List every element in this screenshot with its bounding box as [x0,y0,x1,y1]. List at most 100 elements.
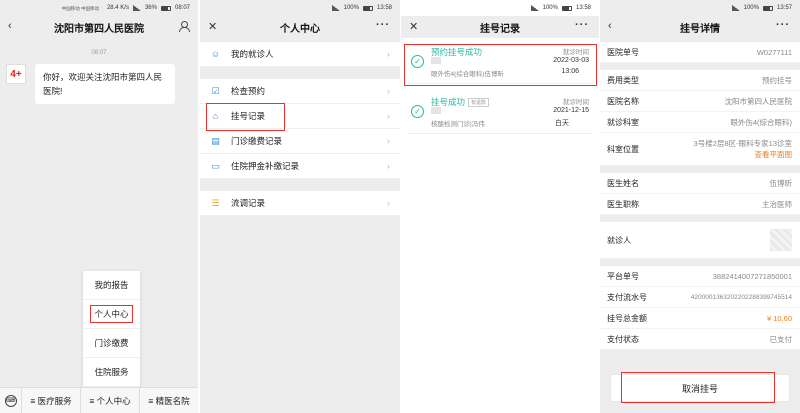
chevron-right-icon: › [387,49,390,59]
detail-row: 挂号总金额 ¥ 10.60 [600,308,800,329]
menu-item-label: 我的就诊人 [231,49,274,59]
registration-detail-panel: 100% 13:57 ‹ 挂号详情 ··· 医院单号 W0277111 费用类型… [600,0,800,413]
menu-item-personal-center[interactable]: 个人中心 [83,300,140,329]
menu-group-patients: ☺ 我的就诊人 › [200,42,400,67]
detail-key: 平台单号 [607,271,639,281]
record-date: 2021-12-15 [553,107,589,114]
bottom-tab-famous-doctors[interactable]: ≡ 精医名院 [140,388,198,413]
detail-key: 支付流水号 [607,292,647,302]
detail-group-patient: 就诊人 [600,222,800,259]
bottom-menu-bar: ⌨ ≡ 医疗服务 ≡ 个人中心 ≡ 精医名院 [0,387,198,413]
chevron-right-icon: › [387,86,390,96]
menu-item-inpatient-service[interactable]: 住院服务 [83,358,140,387]
battery-percent: 100% [542,5,558,11]
signal-icon [331,5,340,11]
detail-row-patient: 就诊人 [600,222,800,259]
detail-row: 医生姓名 伍博昕 [600,173,800,194]
menu-item-epidemic-records[interactable]: ☰ 流调记录 › [200,191,400,216]
back-icon[interactable]: ‹ [8,20,12,32]
highlight-box [206,103,285,131]
detail-row: 医院名称 沈阳市第四人民医院 [600,91,800,112]
detail-row-location: 科室位置 3号楼2层8区-眼科专家13诊室 查看平面图 [600,133,800,166]
keyboard-icon: ⌨ [4,394,17,407]
more-icon[interactable]: ··· [575,19,589,31]
personal-center-panel: 100% 13:58 ✕ 个人中心 ··· ☺ 我的就诊人 › ☑ 检查预约 ›… [200,0,400,413]
menu-item-my-patients[interactable]: ☺ 我的就诊人 › [200,42,400,67]
record-time: 白天 [555,120,569,127]
record-status-text: 挂号成功 [431,97,466,107]
popup-menu: 我的报告 个人中心 门诊缴费 住院服务 [83,271,140,387]
detail-key: 支付状态 [607,334,639,344]
close-icon[interactable]: ✕ [208,20,217,33]
network-speed: 28.4 K/s [106,5,129,11]
registration-records-panel: 100% 13:58 ✕ 挂号记录 ··· ✓ 预约挂号成功 眼外伤4(综合眼科… [401,0,599,413]
record-card[interactable]: ✓ 挂号成功 有退款 核酸检测门诊|冯伟 就诊时间 2021-12-15 白天 [407,92,593,134]
nav-bar: ‹ 挂号详情 ··· [600,16,800,38]
clock: 13:57 [776,5,792,11]
total-amount: ¥ 10.60 [766,313,792,323]
detail-row: 医院单号 W0277111 [600,42,800,63]
menu-item-label: 检查预约 [231,86,266,96]
check-circle-icon: ✓ [411,105,424,118]
detail-key: 医院单号 [607,47,639,57]
detail-key: 科室位置 [607,144,639,154]
detail-value: 3号楼2层8区-眼科专家13诊室 查看平面图 [694,138,792,160]
menu-item-my-report[interactable]: 我的报告 [83,271,140,300]
signal-icon [530,5,539,11]
highlight-box [621,372,775,403]
detail-key: 医院名称 [607,96,639,106]
menu-item-outpatient-payment-records[interactable]: ▤ 门诊缴费记录 › [200,129,400,154]
status-bar: 100% 13:58 [200,0,400,16]
detail-value: 眼外伤4(综合眼科) [730,117,792,127]
more-icon[interactable]: ··· [776,19,790,31]
patient-name-blurred [431,107,441,114]
battery-icon [160,5,171,11]
detail-value: 预约挂号 [762,75,792,85]
highlight-box: 个人中心 [90,305,133,323]
clock: 13:58 [575,5,591,11]
nav-bar: ✕ 个人中心 ··· [200,16,400,38]
check-icon: ☑ [211,86,220,96]
back-icon[interactable]: ‹ [608,20,612,32]
detail-value: W0277111 [756,47,792,57]
person-icon[interactable] [179,21,190,32]
detail-row: 平台单号 3882414007271850001 [600,266,800,287]
chat-message-row: 4+ 你好，欢迎关注沈阳市第四人民医院! [6,64,198,104]
menu-item-label: 门诊缴费记录 [231,136,283,146]
time-label: 就诊时间 [563,99,589,106]
clock: 13:58 [376,5,392,11]
hospital-logo-avatar[interactable]: 4+ [6,64,26,84]
bed-icon: ▭ [211,161,220,171]
detail-row: 费用类型 预约挂号 [600,70,800,91]
detail-key: 医生姓名 [607,178,639,188]
detail-group-visit: 费用类型 预约挂号 医院名称 沈阳市第四人民医院 就诊科室 眼外伤4(综合眼科)… [600,70,800,166]
status-bar: 中国移动 中国移动 28.4 K/s 36% 08:07 [0,0,198,16]
chevron-right-icon: › [387,198,390,208]
chevron-right-icon: › [387,161,390,171]
page-title: 沈阳市第四人民医院 [54,23,144,35]
detail-key: 医生职称 [607,199,639,209]
menu-item-label: 流调记录 [231,198,266,208]
status-bar: 100% 13:57 [600,0,800,16]
menu-item-inpatient-deposit-records[interactable]: ▭ 住院押金补缴记录 › [200,154,400,179]
detail-value: 伍博昕 [769,178,793,188]
menu-item-outpatient-payment[interactable]: 门诊缴费 [83,329,140,358]
detail-group-doctor: 医生姓名 伍博昕 医生职称 主治医师 [600,173,800,215]
flow-icon: ☰ [211,198,220,208]
chevron-right-icon: › [387,111,390,121]
battery-percent: 100% [743,5,759,11]
detail-row: 支付状态 已支付 [600,329,800,350]
bottom-tab-personal-center[interactable]: ≡ 个人中心 [81,387,140,413]
menu-item-label: 住院押金补缴记录 [231,161,300,171]
location-text: 3号楼2层8区-眼科专家13诊室 [693,139,792,148]
clock: 08:07 [174,5,190,11]
close-icon[interactable]: ✕ [409,20,418,33]
keyboard-toggle[interactable]: ⌨ [0,387,22,413]
view-floor-plan-link[interactable]: 查看平面图 [755,150,793,159]
refund-tag: 有退款 [468,98,490,108]
detail-value: 4200001363202202288399745514 [690,293,792,301]
bottom-tab-medical-service[interactable]: ≡ 医疗服务 [22,387,81,413]
status-bar: 100% 13:58 [401,0,599,16]
more-icon[interactable]: ··· [376,19,390,31]
menu-item-exam-appointment[interactable]: ☑ 检查预约 › [200,79,400,104]
